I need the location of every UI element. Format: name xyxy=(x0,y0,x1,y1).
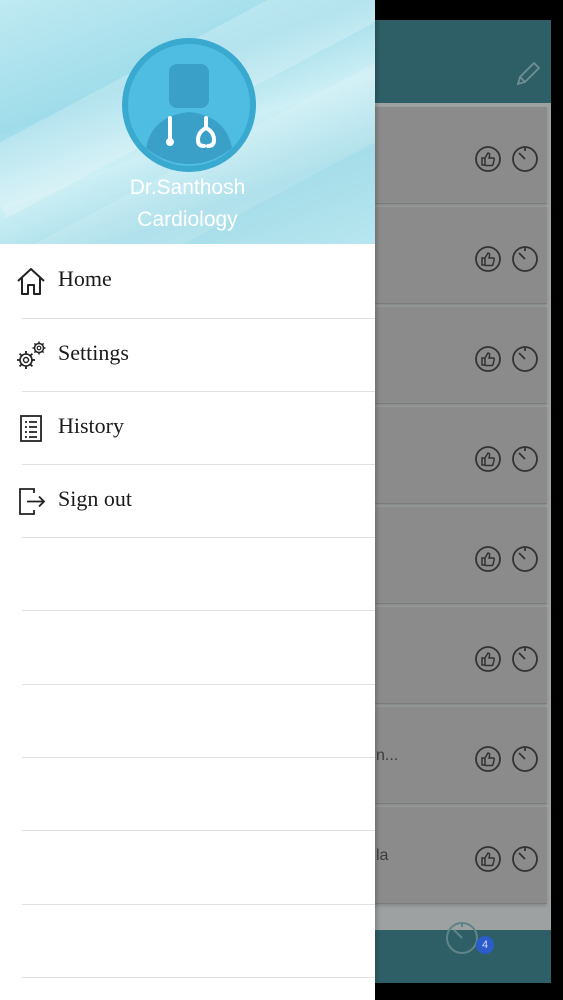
timer-icon[interactable] xyxy=(510,543,540,573)
divider xyxy=(22,757,375,758)
footer-timer-icon[interactable] xyxy=(443,917,481,955)
list-icon xyxy=(20,415,42,442)
menu-item-home[interactable]: Home xyxy=(0,244,375,317)
thumbs-up-icon[interactable] xyxy=(474,645,502,673)
doctor-avatar-icon xyxy=(122,38,256,172)
timer-icon[interactable] xyxy=(510,343,540,373)
divider xyxy=(22,904,375,905)
notification-badge: 4 xyxy=(476,936,494,954)
divider xyxy=(22,537,375,538)
drawer-header: Dr.Santhosh Cardiology xyxy=(0,0,375,244)
thumbs-up-icon[interactable] xyxy=(474,345,502,373)
navigation-drawer: Dr.Santhosh Cardiology Home Settings His… xyxy=(0,0,375,1000)
card-text: n... xyxy=(376,747,399,764)
menu-item-history[interactable]: History xyxy=(0,391,375,464)
thumbs-up-icon[interactable] xyxy=(474,745,502,773)
doctor-name: Dr.Santhosh xyxy=(129,176,246,199)
divider xyxy=(22,830,375,831)
menu-label: Home xyxy=(58,266,112,291)
divider xyxy=(22,977,375,978)
thumbs-up-icon[interactable] xyxy=(474,145,502,173)
thumbs-up-icon[interactable] xyxy=(474,245,502,273)
thumbs-up-icon[interactable] xyxy=(474,845,502,873)
timer-icon[interactable] xyxy=(510,743,540,773)
thumbs-up-icon[interactable] xyxy=(474,445,502,473)
edit-pencil-icon[interactable] xyxy=(512,58,544,90)
divider xyxy=(22,684,375,685)
timer-icon[interactable] xyxy=(510,643,540,673)
menu-label: History xyxy=(58,413,124,438)
timer-icon[interactable] xyxy=(510,443,540,473)
sign-out-icon xyxy=(19,488,46,515)
timer-icon[interactable] xyxy=(510,243,540,273)
doctor-department: Cardiology xyxy=(137,208,238,231)
menu-item-sign-out[interactable]: Sign out xyxy=(0,464,375,537)
gears-icon xyxy=(17,341,46,369)
timer-icon[interactable] xyxy=(510,843,540,873)
menu-item-settings[interactable]: Settings xyxy=(0,318,375,391)
divider xyxy=(22,610,375,611)
menu-label: Settings xyxy=(58,340,129,365)
card-text: la xyxy=(376,847,389,864)
menu-label: Sign out xyxy=(58,486,132,511)
timer-icon[interactable] xyxy=(510,143,540,173)
thumbs-up-icon[interactable] xyxy=(474,545,502,573)
home-icon xyxy=(17,268,45,295)
